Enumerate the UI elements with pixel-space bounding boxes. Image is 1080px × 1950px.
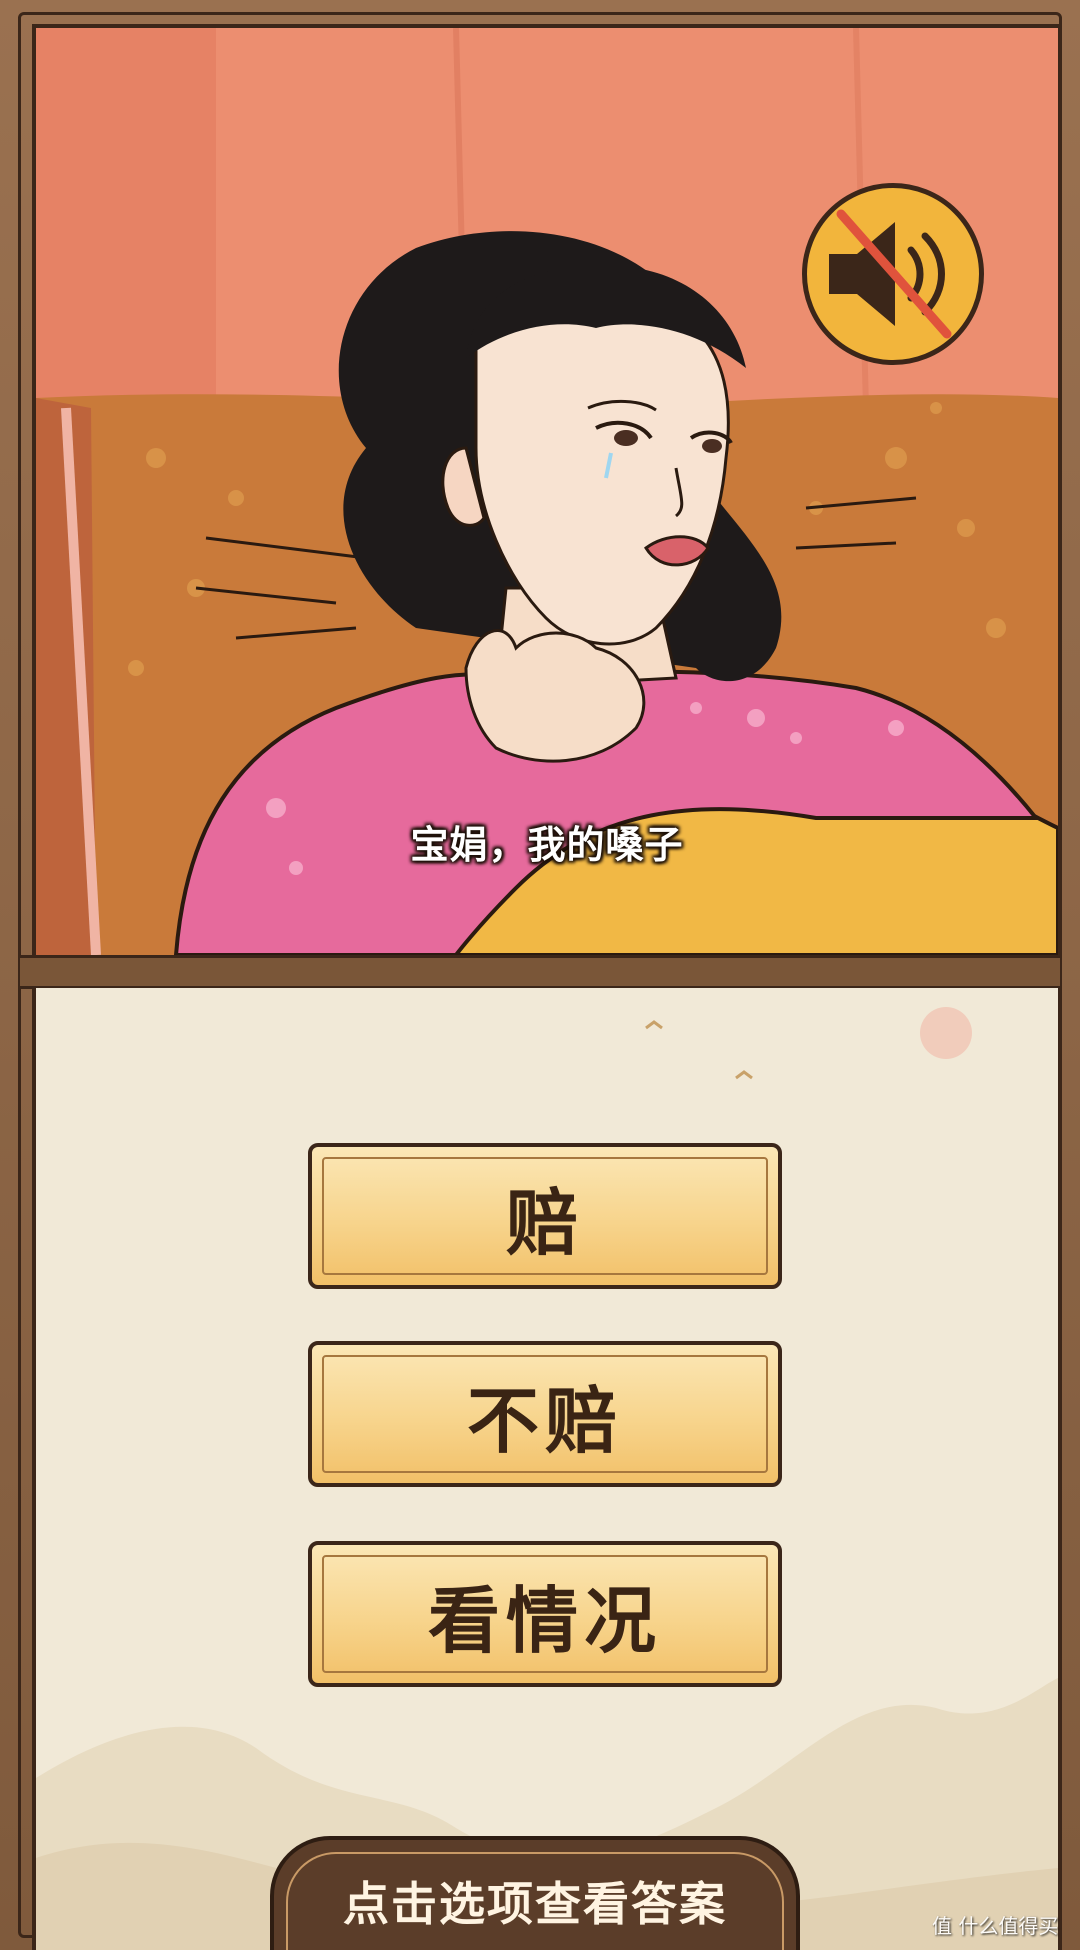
options-panel: 赔 不赔 看情况 <box>32 988 1062 1950</box>
panel-divider <box>20 955 1060 989</box>
option-label: 看情况 <box>427 1577 662 1663</box>
watermark: 值 什么值得买 <box>932 1914 1059 1938</box>
hint-text: 点击选项查看答案 <box>343 1877 727 1931</box>
option-label: 不赔 <box>466 1377 623 1463</box>
comic-scene: 宝娟，我的嗓子 <box>32 24 1062 959</box>
hint-banner: 点击选项查看答案 <box>270 1836 800 1950</box>
speaker-muted-icon <box>829 209 952 339</box>
sound-toggle-button[interactable] <box>802 183 984 365</box>
option-button-2[interactable]: 不赔 <box>308 1341 782 1487</box>
option-button-3[interactable]: 看情况 <box>308 1541 782 1687</box>
dialogue-subtitle: 宝娟，我的嗓子 <box>410 823 684 867</box>
option-label: 赔 <box>505 1179 584 1265</box>
option-button-1[interactable]: 赔 <box>308 1143 782 1289</box>
